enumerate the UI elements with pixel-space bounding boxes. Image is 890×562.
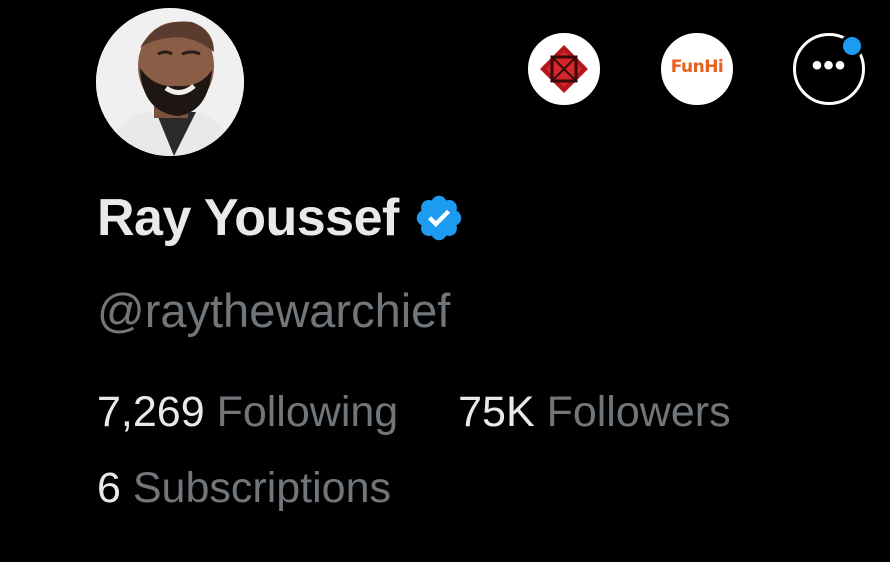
more-options-button[interactable]: ••• [793,33,865,105]
red-geometric-logo-icon [532,37,596,101]
notification-dot [840,34,864,58]
subscriptions-count: 6 [97,464,121,512]
subscriptions-label: Subscriptions [132,464,392,512]
subscriptions-link[interactable]: 6 Subscriptions [97,460,391,516]
display-name: Ray Youssef [97,189,399,247]
subscription-icon-funhi[interactable]: FunHi [661,33,733,105]
subscription-icon-1[interactable] [528,33,600,105]
avatar-photo [96,8,244,156]
followers-link[interactable]: 75K Followers [458,388,730,436]
followers-label: Followers [546,388,731,436]
profile-stats: 7,269 Following 75K Followers [97,384,731,440]
verified-badge-icon[interactable] [413,192,465,244]
funhi-logo-text: FunHi [670,57,724,77]
profile-avatar[interactable] [96,8,244,156]
more-options-icon: ••• [811,49,847,82]
profile-name-row: Ray Youssef [97,186,465,250]
profile-handle: @raythewarchief [97,284,451,337]
following-count: 7,269 [97,388,205,436]
following-label: Following [216,388,399,436]
following-link[interactable]: 7,269 Following [97,388,410,436]
followers-count: 75K [458,388,535,436]
